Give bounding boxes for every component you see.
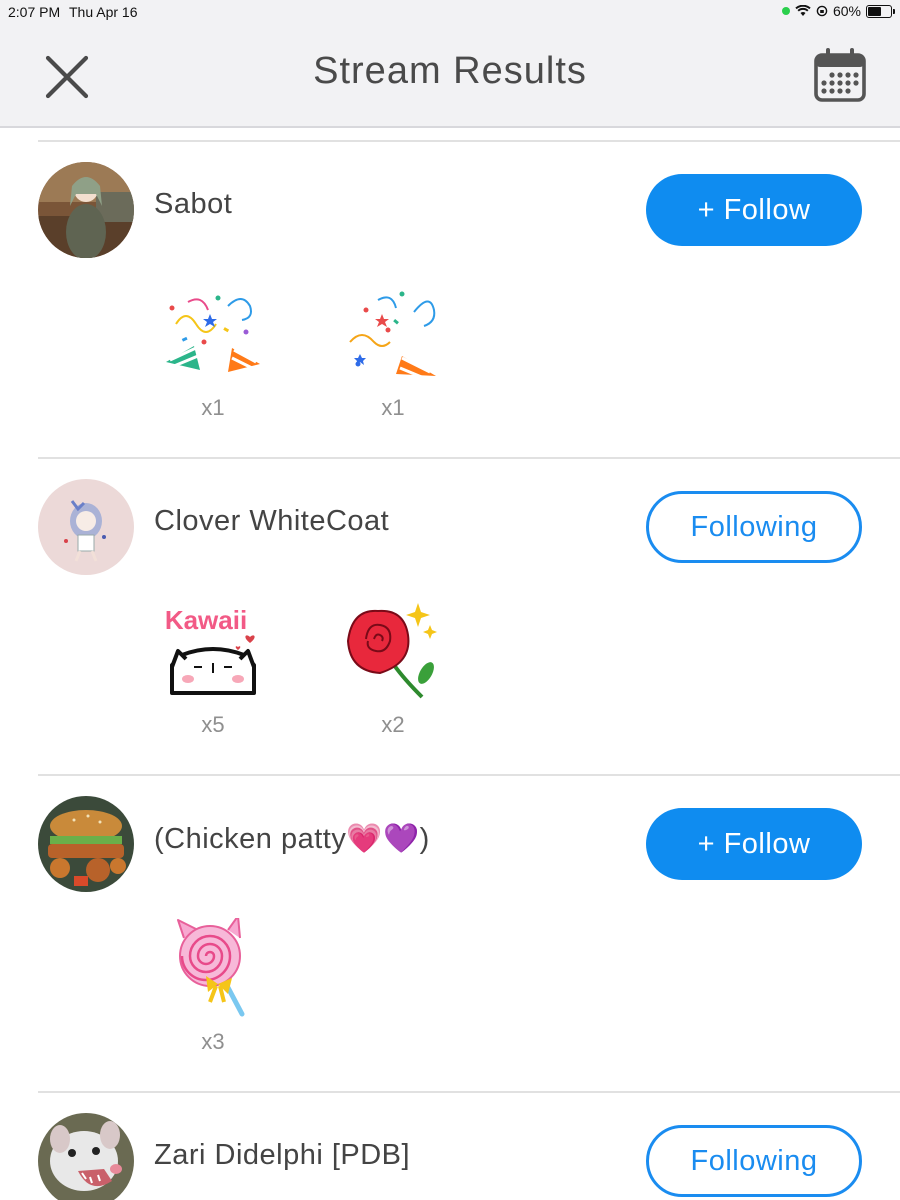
list-item: Clover WhiteCoat Following Kawaii x5 x2 — [0, 459, 900, 775]
user-name[interactable]: (Chicken patty💗💜) — [154, 822, 430, 856]
list-item: (Chicken patty💗💜) + Follow x3 — [0, 776, 900, 1092]
camera-indicator-icon — [781, 7, 790, 15]
follow-button[interactable]: + Follow — [646, 174, 862, 246]
orientation-lock-icon — [816, 5, 828, 17]
calendar-button[interactable] — [812, 46, 870, 104]
following-button[interactable]: Following — [646, 1125, 862, 1197]
gift-count: x1 — [381, 395, 405, 420]
avatar[interactable] — [38, 162, 134, 258]
status-bar: 2:07 PM Thu Apr 16 60% — [0, 0, 900, 24]
avatar[interactable] — [38, 479, 134, 575]
gift-item: x1 — [158, 284, 268, 421]
gift-item: x2 — [338, 601, 448, 738]
sticker-label: Kawaii — [165, 605, 247, 635]
kawaii-cat-sticker: Kawaii — [165, 605, 256, 695]
gift-item: x3 — [158, 915, 268, 1055]
page-title: Stream Results — [313, 50, 587, 92]
party-popper-icon — [349, 291, 436, 380]
user-name[interactable]: Clover WhiteCoat — [154, 505, 389, 538]
rose-icon — [346, 603, 437, 699]
status-date: Thu Apr 16 — [69, 4, 138, 20]
gift-count: x1 — [201, 395, 225, 420]
list-item: Zari Didelphi [PDB] Following — [0, 1093, 900, 1200]
follow-button[interactable]: + Follow — [646, 808, 862, 880]
navigation-bar: Stream Results — [0, 24, 900, 128]
following-button[interactable]: Following — [646, 491, 862, 563]
battery-icon — [866, 4, 895, 18]
confetti-popper-icon — [166, 295, 260, 372]
battery-percent: 60% — [832, 3, 861, 19]
status-indicators: 60% — [781, 3, 895, 19]
gift-count: x3 — [201, 1029, 225, 1054]
avatar[interactable] — [38, 1113, 134, 1200]
lollipop-icon — [177, 915, 245, 1017]
status-time: 2:07 PM — [8, 4, 61, 20]
gift-item: x1 — [338, 284, 448, 421]
user-name[interactable]: Zari Didelphi [PDB] — [154, 1139, 410, 1172]
wifi-icon — [795, 5, 811, 16]
avatar[interactable] — [38, 796, 134, 892]
gift-count: x2 — [381, 712, 405, 737]
list-item: Sabot + Follow x1 x1 — [0, 142, 900, 458]
gift-count: x5 — [201, 712, 225, 737]
user-name[interactable]: Sabot — [154, 188, 232, 221]
gift-item: Kawaii x5 — [158, 601, 268, 738]
calendar-icon — [814, 48, 866, 102]
